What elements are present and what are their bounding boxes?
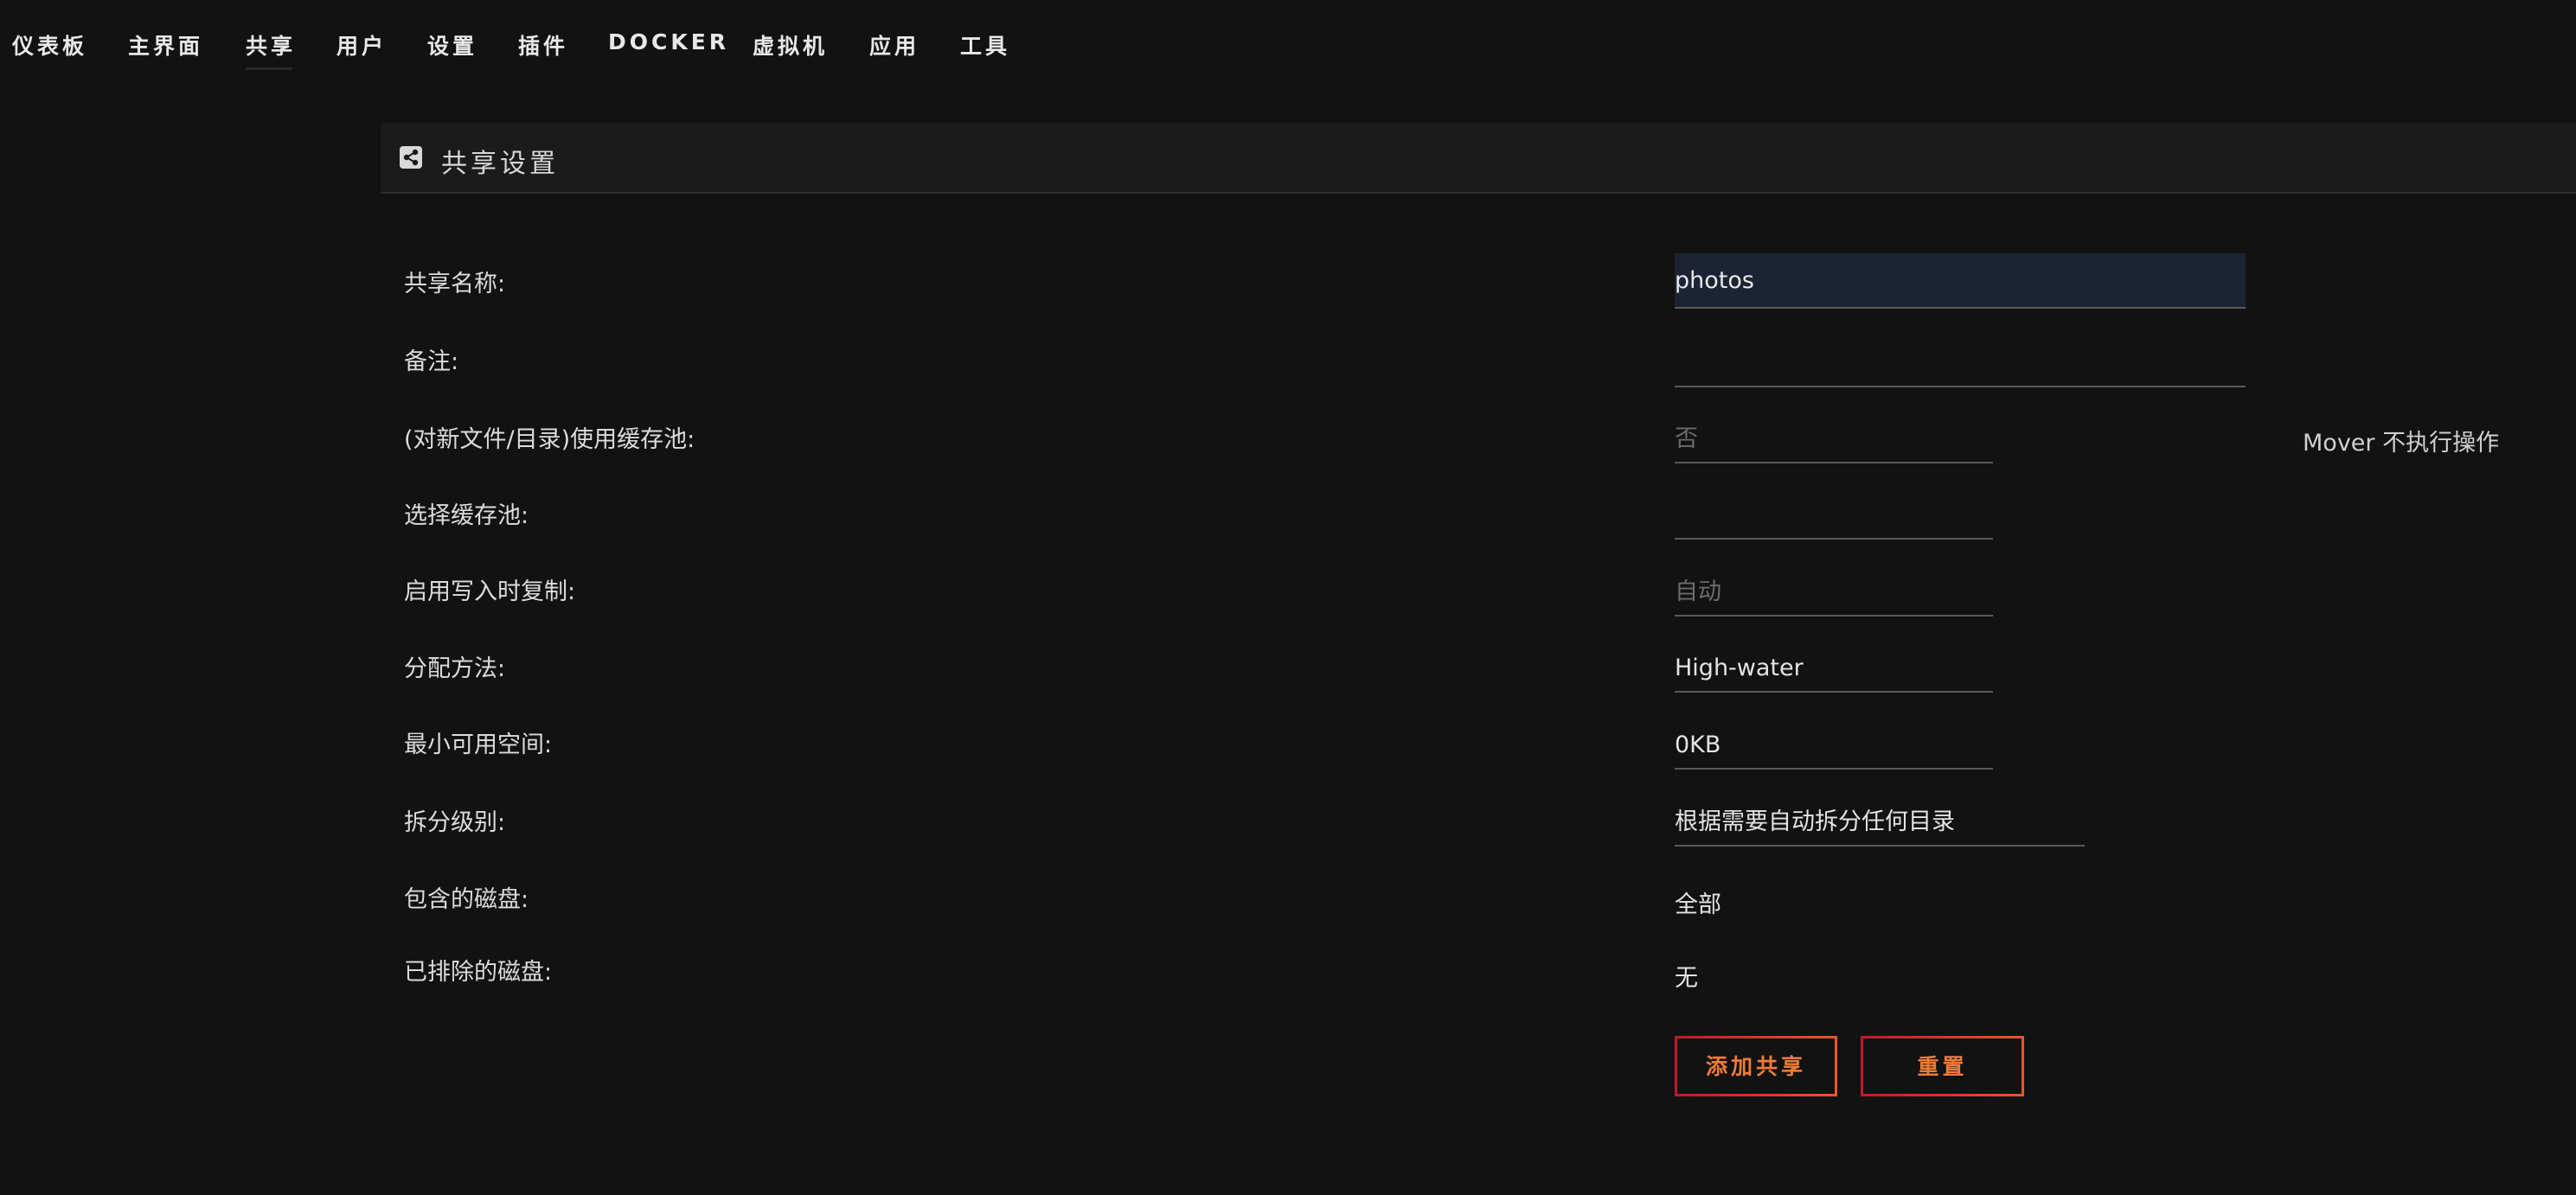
included-disks-select[interactable]: 全部 [1675,885,1721,919]
min-free-input[interactable]: 0KB [1675,721,1993,770]
nav-dashboard[interactable]: 仪表板 [12,29,87,61]
allocation-select[interactable]: High-water [1675,644,1993,693]
excluded-disks-select[interactable]: 无 [1675,959,1698,993]
mover-note: Mover 不执行操作 [2303,430,2500,457]
allocation-label: 分配方法: [404,655,506,682]
select-cache-label: 选择缓存池: [404,502,529,529]
nav-users[interactable]: 用户 [336,29,387,61]
nav-plugins[interactable]: 插件 [518,29,568,61]
min-free-label: 最小可用空间: [404,732,553,758]
nav-shares[interactable]: 共享 [246,29,296,70]
split-level-label: 拆分级别: [404,809,506,836]
page-title: 共享设置 [441,149,559,179]
nav-apps[interactable]: 应用 [869,29,920,61]
split-level-select[interactable]: 根据需要自动拆分任何目录 [1675,798,2085,847]
nav-settings[interactable]: 设置 [427,29,477,61]
nav-docker[interactable]: DOCKER [608,29,729,54]
included-disks-label: 包含的磁盘: [404,886,529,913]
comment-label: 备注: [404,348,459,375]
cow-select[interactable]: 自动 [1675,568,1993,617]
share-name-input[interactable] [1675,253,2246,309]
panel-header: 共享设置 [381,123,2576,194]
nav-tools[interactable]: 工具 [960,29,1010,61]
use-cache-label: (对新文件/目录)使用缓存池: [404,426,695,453]
nav-vms[interactable]: 虚拟机 [753,29,828,61]
reset-button[interactable]: 重置 [1861,1036,2024,1096]
comment-input[interactable] [1675,332,2246,387]
select-cache-select[interactable] [1675,491,1993,540]
share-icon [400,146,422,169]
share-name-label: 共享名称: [404,271,506,297]
nav-main[interactable]: 主界面 [128,29,203,61]
excluded-disks-label: 已排除的磁盘: [404,959,553,986]
top-nav: 仪表板 主界面 共享 用户 设置 插件 DOCKER 虚拟机 应用 工具 [0,0,2576,93]
use-cache-select[interactable]: 否 [1675,415,1993,463]
add-share-button[interactable]: 添加共享 [1675,1036,1837,1096]
cow-label: 启用写入时复制: [404,578,576,605]
